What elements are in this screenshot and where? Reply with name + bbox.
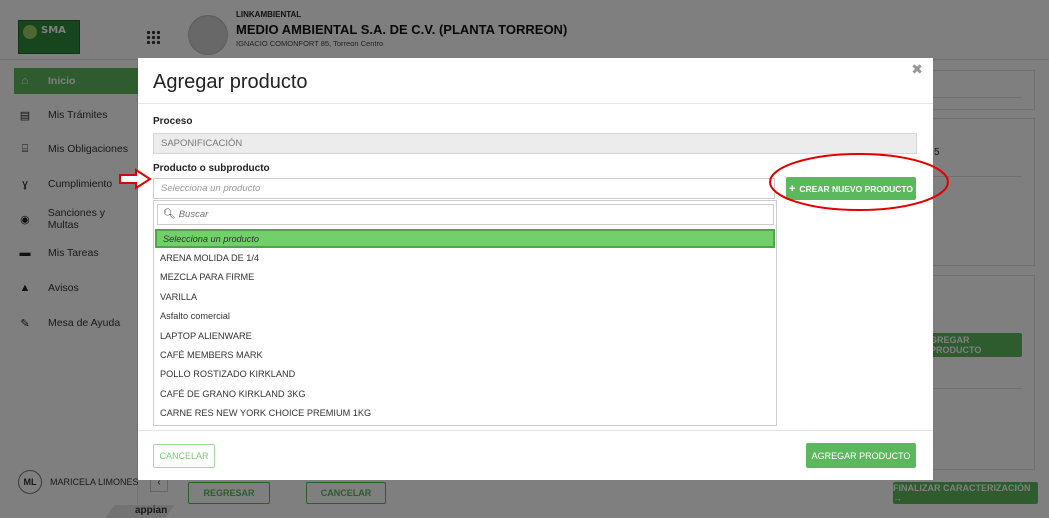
dropdown-option[interactable]: MEZCLA PARA FIRME [154,268,776,287]
dropdown-option[interactable]: Asfalto comercial [154,307,776,326]
producto-select[interactable]: Selecciona un producto [153,178,775,199]
proceso-label: Proceso [153,116,193,127]
search-input[interactable] [178,209,759,220]
dropdown-option[interactable]: CARNE RES NEW YORK CHOICE PREMIUM 1KG [154,404,776,423]
producto-label: Producto o subproducto [153,163,270,174]
cancel-button[interactable]: CANCELAR [153,444,215,468]
dropdown-search[interactable]: 🔍︎ [157,204,774,225]
add-product-dialog: Agregar producto ✖ Proceso SAPONIFICACIÓ… [138,58,933,480]
divider [138,430,933,431]
divider [138,103,933,104]
add-product-button[interactable]: AGREGAR PRODUCTO [806,443,916,468]
dropdown-option[interactable]: CAFÉ MEMBERS MARK [154,345,776,364]
dropdown-option[interactable]: POLLO ROSTIZADO KIRKLAND [154,365,776,384]
dropdown-option[interactable]: CAFÉ DE GRANO KIRKLAND 3KG [154,384,776,403]
dropdown-option[interactable]: ARENA MOLIDA DE 1/4 [154,248,776,267]
annotation-ellipse-icon [769,153,949,211]
dropdown-option[interactable]: VARILLA [154,287,776,306]
annotation-arrow-icon [119,168,152,190]
dropdown-option[interactable]: LAPTOP ALIENWARE [154,326,776,345]
dropdown-option[interactable]: Selecciona un producto [155,229,775,249]
search-icon: 🔍︎ [163,209,176,220]
dropdown-options: Selecciona un producto ARENA MOLIDA DE 1… [154,229,776,423]
producto-dropdown: 🔍︎ Selecciona un producto ARENA MOLIDA D… [153,200,777,426]
close-icon[interactable]: ✖ [911,61,923,78]
dialog-title: Agregar producto [153,71,308,93]
